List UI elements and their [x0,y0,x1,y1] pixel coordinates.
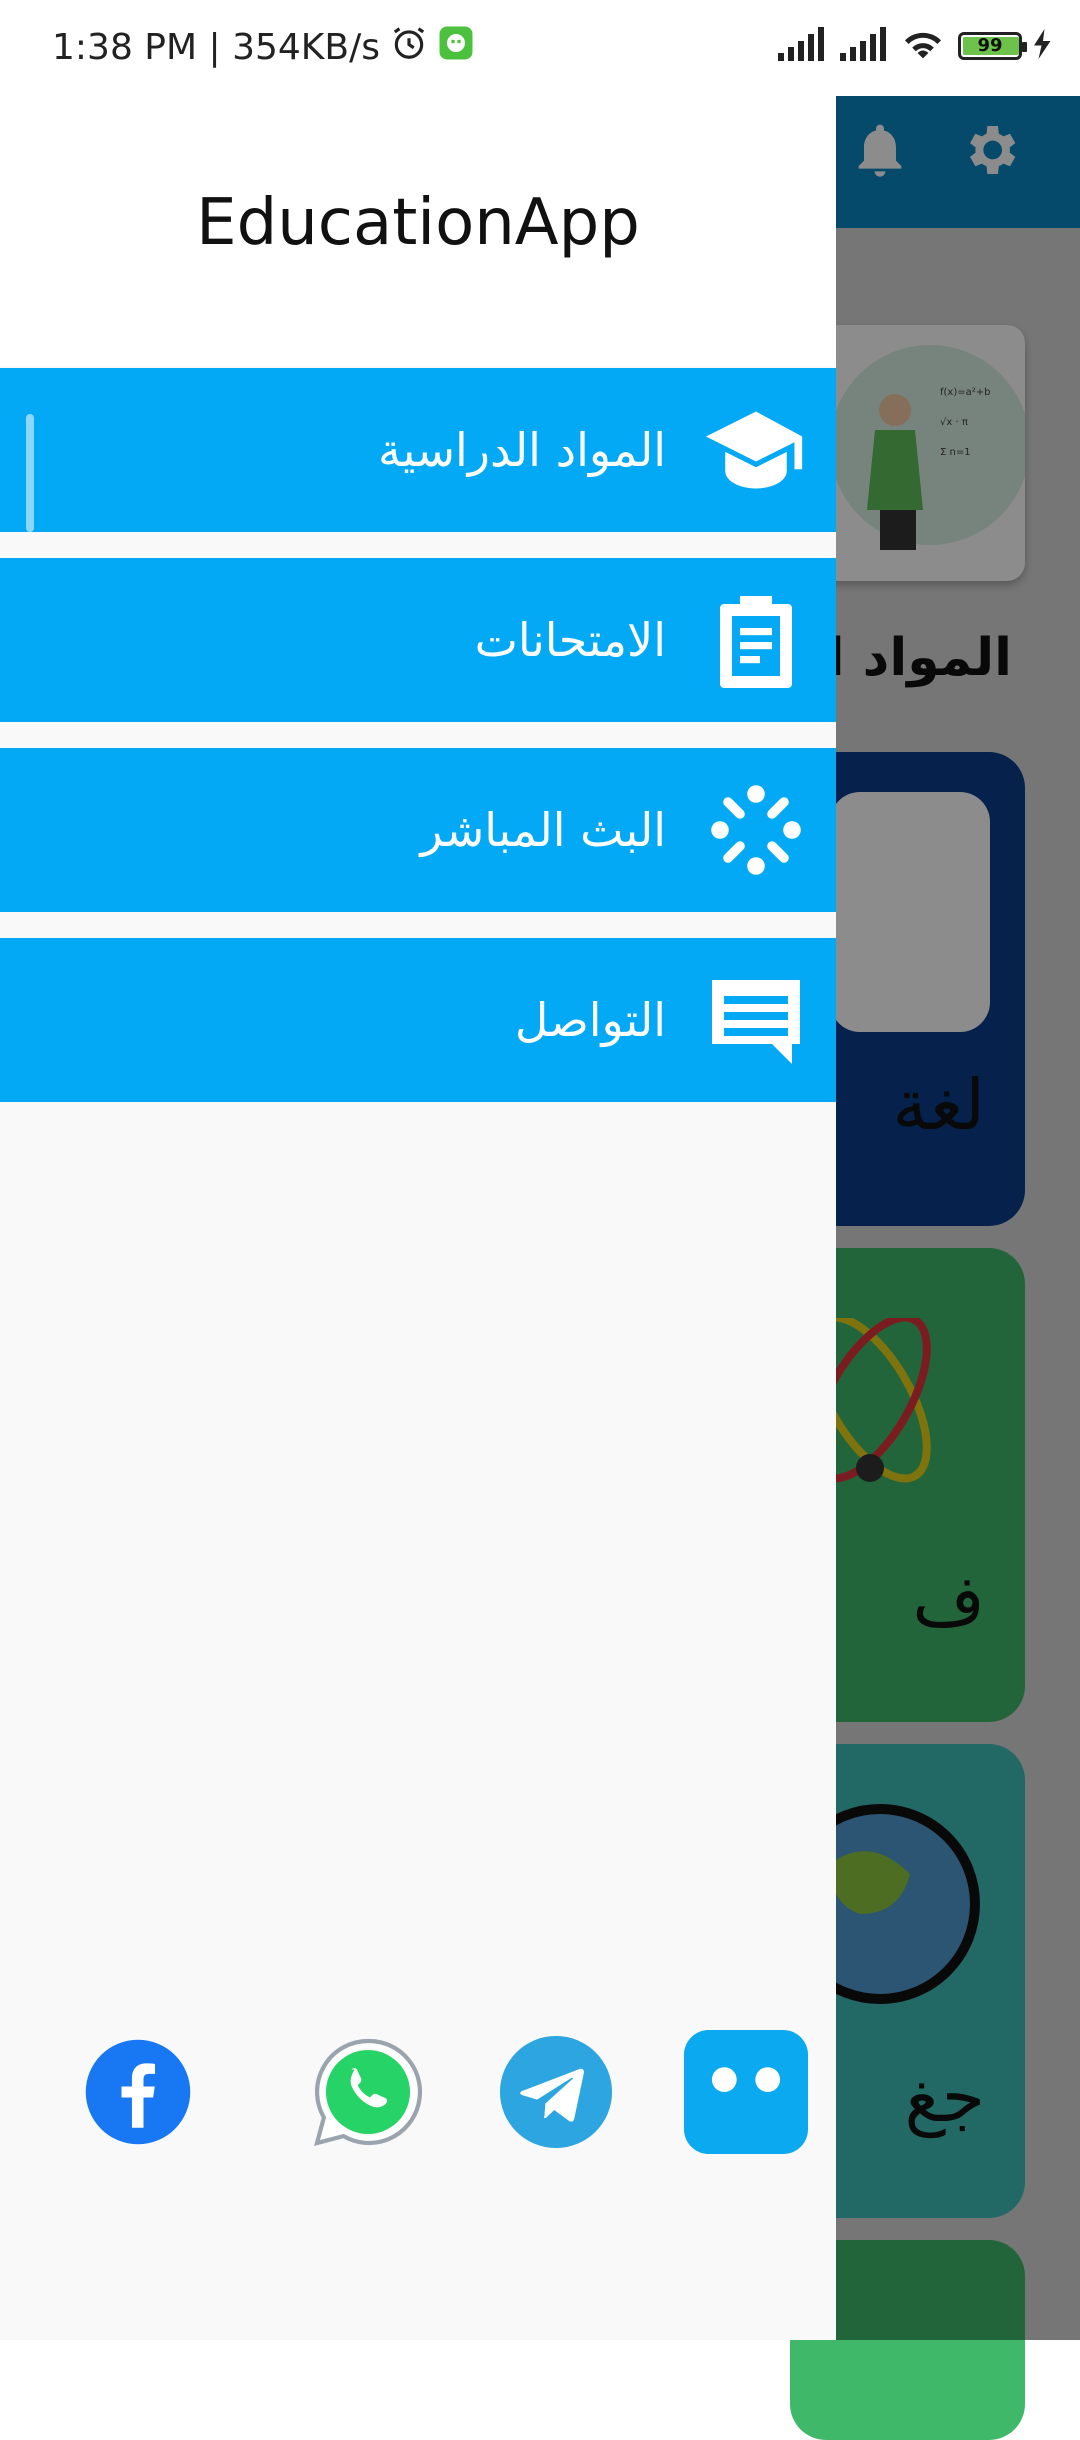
signal-icon-2 [838,27,888,65]
signal-icon [776,27,826,65]
wifi-icon [900,26,946,66]
menu-item-label: التواصل [514,993,666,1047]
menu-item-label: البث المباشر [420,803,666,857]
menu-item-live-stream[interactable]: البث المباشر [0,748,836,912]
menu-item-exams[interactable]: الامتحانات [0,558,836,722]
drawer-title: EducationApp [196,186,640,260]
chat-icon [706,970,806,1070]
drawer-header: EducationApp [0,96,836,366]
app-notification-icon [438,25,474,70]
telegram-icon[interactable] [494,2030,618,2154]
alarm-icon [390,24,428,71]
status-time: 1:38 PM | 354KB/s [52,27,380,68]
battery-icon: 99 [958,32,1027,60]
chatbot-icon[interactable] [684,2030,808,2154]
menu-item-contact[interactable]: التواصل [0,938,836,1102]
navigation-drawer: EducationApp المواد الدراسية الامتحانات … [0,0,836,2340]
menu-item-label: المواد الدراسية [377,423,666,477]
menu-item-subjects[interactable]: المواد الدراسية [0,368,836,532]
graduation-cap-icon [706,400,806,500]
scroll-indicator [26,414,34,532]
charging-icon [1034,29,1052,63]
whatsapp-icon[interactable] [306,2030,430,2154]
facebook-icon[interactable] [76,2030,200,2154]
live-broadcast-icon [706,780,806,880]
menu-item-label: الامتحانات [474,613,666,667]
battery-level: 99 [977,35,1003,56]
clipboard-icon [706,590,806,690]
status-bar: 1:38 PM | 354KB/s 99 [0,0,1080,96]
